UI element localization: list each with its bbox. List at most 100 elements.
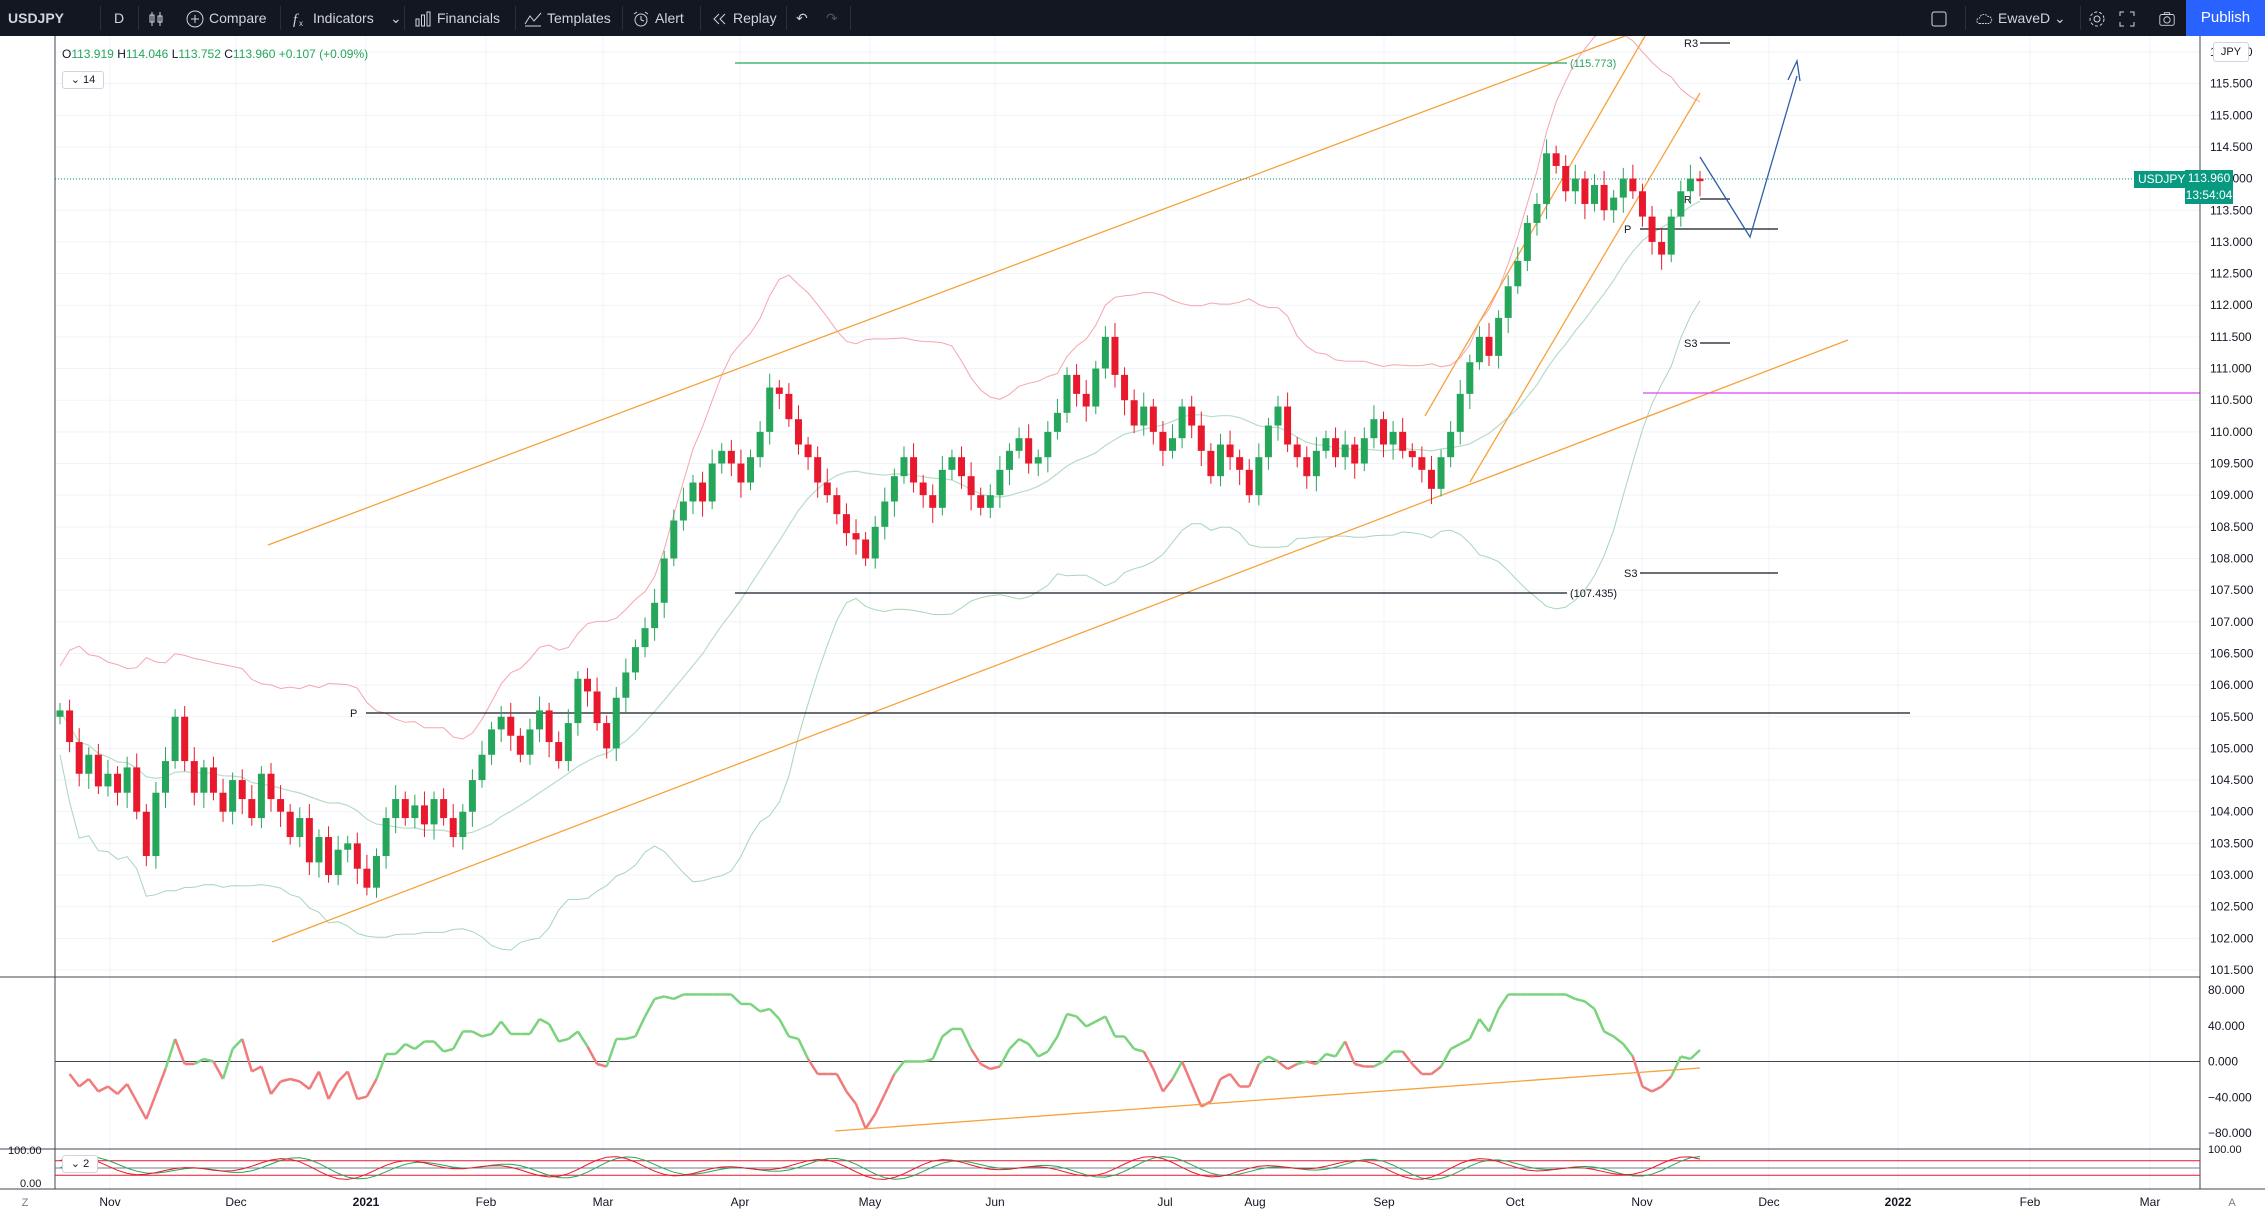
alert-button[interactable]: Alert [632,0,684,36]
auto-scale-button[interactable]: A [2228,1197,2236,1209]
layout-menu-button[interactable]: EwaveD ⌄ [1975,0,2066,36]
settings-button[interactable] [2080,0,2111,36]
candle-body [190,761,198,793]
price-tick: 103.000 [2210,868,2254,882]
candle-body [996,469,1004,496]
trend-channel[interactable] [267,36,1849,943]
rsi-segment [605,1038,618,1067]
candle-body [325,837,333,876]
candle-body [459,811,467,838]
rsi-segment [1593,1008,1606,1032]
stochastic-pane[interactable] [55,1156,2200,1181]
projection-arrowhead [1787,58,1801,82]
function-icon: fx [293,12,303,28]
rsi-segment [673,993,684,1001]
steep-channel-lower[interactable] [1469,92,1701,483]
r3-label: R3 [1684,38,1698,50]
candle-body [75,742,83,774]
candle-body [718,450,726,464]
candle-body [641,628,649,648]
rsi-segment [1631,1056,1644,1087]
candle-body [1562,165,1570,192]
templates-button[interactable]: Templates [524,0,611,36]
rsi-segment [135,1100,148,1120]
price-tick: 111.000 [2210,362,2252,376]
rsi-segment [1354,1062,1365,1068]
publish-button[interactable]: Publish [2186,0,2265,36]
open-label: O [62,47,72,61]
snapshot-button[interactable] [2158,0,2181,36]
p-small-label: P [1624,224,1631,236]
rsi-segment [443,1047,454,1053]
candle-body [1063,374,1071,413]
candle-body [603,723,611,749]
layout-name: EwaveD [1998,10,2051,26]
indicators-button[interactable]: f x Indicators [290,0,374,36]
candle-body [1638,191,1646,217]
price-tick: 112.500 [2210,267,2253,281]
rsi-segment [231,1038,244,1050]
price-tick: 108.500 [2210,520,2254,534]
rsi-pane[interactable] [55,993,2200,1132]
steep-channel-upper[interactable] [1424,36,1646,417]
candle-body [516,735,524,755]
chart-canvas[interactable]: (115.773) (107.435) P R3 S3 S3 P R 116.0… [0,36,2265,1217]
candle-body [1034,457,1042,464]
indicators-dropdown-chevron-icon[interactable]: ⌄ [390,0,402,36]
replay-button[interactable]: Replay [710,0,777,36]
financials-label: Financials [437,10,501,26]
undo-icon[interactable]: ↶ [796,0,808,36]
currency-badge[interactable]: JPY [2213,42,2249,62]
rsi-trendline[interactable] [834,1067,1701,1132]
rsi-segment [87,1078,100,1093]
symbol-search-button[interactable]: USDJPY [8,0,64,36]
rsi-segment [1171,1060,1184,1080]
time-tick: Sep [1373,1195,1395,1209]
rsi-segment [797,1038,810,1060]
last-price-tag: 113.960 13:54:04 [2185,170,2233,204]
rsi-segment [1641,1085,1653,1093]
stoch-length-toggle[interactable]: ⌄ 2 [62,1155,98,1173]
redo-icon[interactable]: ↷ [826,0,838,36]
rsi-segment [270,1080,282,1095]
compare-button[interactable]: Compare [186,0,267,36]
time-tick: Apr [731,1195,750,1209]
zoom-left-button[interactable]: Z [22,1197,29,1209]
candle-body [152,792,160,857]
financials-button[interactable]: Financials [414,0,500,36]
candle-body [670,520,678,559]
candle-body [1121,374,1129,401]
candle-body [1456,393,1464,432]
price-tick: 105.500 [2210,710,2254,724]
rsi-segment [1689,1049,1701,1060]
symbol-name-tag: USDJPY [2134,171,2190,188]
fullscreen-button[interactable] [2118,0,2141,36]
chart-style-button[interactable] [147,0,170,36]
candle-body [401,799,409,819]
projection-path[interactable] [1699,75,1798,239]
rsi-segment [68,1073,81,1088]
price-tick: 112.000 [2210,298,2253,312]
candle-body [900,457,908,477]
candle-body [56,710,64,717]
candle-body [1427,469,1435,489]
compare-label: Compare [209,10,267,26]
camera-icon [2159,12,2175,27]
candle-body [1025,438,1033,464]
s3-upper-label: S3 [1684,338,1697,350]
time-scale[interactable]: Nov Dec 2021 Feb Mar Apr May Jun Jul Aug Sep Oct Nov… [22,1195,2237,1209]
rsi-segment [1459,1037,1471,1046]
candle-body [1571,178,1579,192]
rsi-segment [1373,1060,1385,1068]
time-tick: Nov [99,1195,120,1209]
rsi-segment [1066,1012,1077,1018]
chart-grid [55,36,2200,1189]
candle-body [66,710,74,743]
fullscreen-layout-button[interactable] [1930,0,1953,36]
candle-body [430,799,438,825]
rsi-segment [1037,1050,1049,1058]
interval-button[interactable]: D [114,0,124,36]
price-tick: 115.000 [2210,108,2253,122]
indicator-length-toggle[interactable]: ⌄ 14 [62,71,104,89]
indicators-label: Indicators [313,10,374,26]
